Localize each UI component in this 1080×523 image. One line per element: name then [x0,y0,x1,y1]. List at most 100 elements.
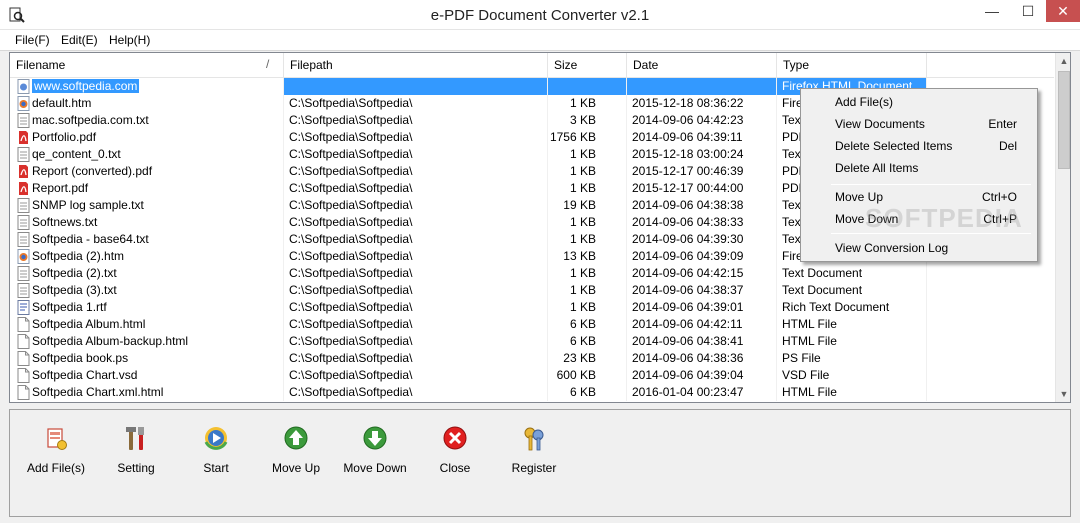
move-down-button[interactable]: Move Down [332,424,418,480]
date-cell: 2015-12-17 00:46:39 [627,163,777,180]
filename-cell: qe_content_0.txt [10,146,284,163]
filename-cell: Softpedia Album-backup.html [10,333,284,350]
date-cell: 2014-09-06 04:39:01 [627,299,777,316]
ctx-view-conversion-log[interactable]: View Conversion Log [801,237,1037,259]
filename-cell: Softpedia Album.html [10,316,284,333]
column-label: Filename [16,58,66,72]
filepath-cell: C:\Softpedia\Softpedia\ [284,248,548,265]
filename-cell: Softnews.txt [10,214,284,231]
maximize-button[interactable]: ☐ [1010,0,1046,22]
size-cell: 3 KB [548,112,627,129]
column-header-date[interactable]: Date [627,53,777,78]
filename-text: Softnews.txt [32,215,98,229]
filename-text: mac.softpedia.com.txt [32,113,149,127]
ctx-view-documents[interactable]: View Documents Enter [801,113,1037,135]
size-cell: 13 KB [548,248,627,265]
vertical-scrollbar[interactable]: ▲ ▼ [1055,53,1070,402]
filepath-cell: C:\Softpedia\Softpedia\ [284,112,548,129]
filepath-cell: C:\Softpedia\Softpedia\ [284,367,548,384]
close-window-button[interactable]: ✕ [1046,0,1080,22]
menu-help[interactable]: Help(H) [109,33,150,47]
date-cell: 2014-09-06 04:38:37 [627,282,777,299]
button-label: Setting [117,461,155,475]
table-row[interactable]: Softpedia Album.html C:\Softpedia\Softped… [10,316,1054,333]
size-cell: 19 KB [548,197,627,214]
ctx-add-files[interactable]: Add File(s) [801,91,1037,113]
pdf-icon [17,181,30,196]
size-cell: 1 KB [548,265,627,282]
menu-bar: File(F) Edit(E) Help(H) [0,30,1080,51]
column-header-type[interactable]: Type [777,53,927,78]
date-cell: 2014-09-06 04:42:11 [627,316,777,333]
column-header-size[interactable]: Size [548,53,627,78]
filename-cell: Softpedia 1.rtf [10,299,284,316]
date-cell: 2014-09-06 04:39:09 [627,248,777,265]
table-row[interactable]: Softpedia (3).txt C:\Softpedia\Softpedia\… [10,282,1054,299]
filepath-cell: C:\Softpedia\Softpedia\ [284,180,548,197]
register-button[interactable]: Register [491,424,577,480]
pdf-icon [17,130,30,145]
filename-text: Softpedia 1.rtf [32,300,107,314]
filename-text: Softpedia (3).txt [32,283,117,297]
table-row[interactable]: Softpedia book.ps C:\Softpedia\Softpedia\… [10,350,1054,367]
ctx-delete-all[interactable]: Delete All Items [801,157,1037,179]
filepath-cell: C:\Softpedia\Softpedia\ [284,129,548,146]
table-row[interactable]: Softpedia 1.rtf C:\Softpedia\Softpedia\ 1 … [10,299,1054,316]
type-cell: Rich Text Document [777,299,927,316]
button-label: Move Down [343,461,407,475]
blank-file-icon [17,317,30,332]
size-cell: 6 KB [548,333,627,350]
start-button[interactable]: Start [173,424,259,480]
table-row[interactable]: Softpedia (2).txt C:\Softpedia\Softpedia\… [10,265,1054,282]
filename-text: Softpedia Album-backup.html [32,334,189,348]
scroll-up-icon[interactable]: ▲ [1056,53,1070,69]
filepath-cell: C:\Softpedia\Softpedia\ [284,333,548,350]
add-files-icon [47,428,67,450]
move-up-button[interactable]: Move Up [253,424,339,480]
table-row[interactable]: Softpedia Chart.xml.html C:\Softpedia\Sof… [10,384,1054,401]
ctx-label: Delete Selected Items [835,139,953,153]
text-file-icon [17,198,30,213]
column-header-filepath[interactable]: Filepath [284,53,548,78]
toolbar: Add File(s) Setting Start Move Up Move D… [9,409,1071,517]
filepath-cell: C:\Softpedia\Softpedia\ [284,350,548,367]
filename-text: Report.pdf [32,181,89,195]
scroll-down-icon[interactable]: ▼ [1056,386,1070,402]
close-button[interactable]: Close [412,424,498,480]
ctx-shortcut: Del [998,139,1017,153]
size-cell: 1 KB [548,299,627,316]
filename-text: Softpedia book.ps [32,351,129,365]
close-icon [443,426,467,450]
filepath-cell: C:\Softpedia\Softpedia\ [284,316,548,333]
filename-text: Softpedia - base64.txt [32,232,149,246]
filename-text: Softpedia Chart.xml.html [32,385,164,399]
tools-icon [126,427,144,450]
text-file-icon [17,283,30,298]
date-cell: 2014-09-06 04:38:38 [627,197,777,214]
setting-button[interactable]: Setting [93,424,179,480]
pdf-icon [17,164,30,179]
filename-text: www.softpedia.com [32,79,140,93]
table-row[interactable]: Softpedia Chart.vsd C:\Softpedia\Softpedi… [10,367,1054,384]
date-cell: 2015-12-18 08:36:22 [627,95,777,112]
menu-file[interactable]: File(F) [15,33,50,47]
scroll-thumb[interactable] [1058,71,1070,169]
column-header-filename[interactable]: Filename [10,53,284,78]
table-row[interactable]: Softpedia Album-backup.html C:\Softpedia\… [10,333,1054,350]
ctx-delete-selected[interactable]: Delete Selected Items Del [801,135,1037,157]
url-icon [17,79,30,94]
date-cell: 2014-09-06 04:39:11 [627,129,777,146]
context-menu: Add File(s) View Documents Enter Delete … [800,88,1038,262]
menu-edit[interactable]: Edit(E) [61,33,98,47]
date-cell: 2014-09-06 04:39:04 [627,367,777,384]
minimize-button[interactable]: — [974,0,1010,22]
filepath-cell: C:\Softpedia\Softpedia\ [284,265,548,282]
add-files-button[interactable]: Add File(s) [13,424,99,480]
text-file-icon [17,215,30,230]
button-label: Move Up [271,461,321,475]
filename-cell: Softpedia (2).txt [10,265,284,282]
list-header: Filename / Filepath Size Date Type [10,53,1054,78]
ctx-label: Delete All Items [835,161,919,175]
filepath-cell: C:\Softpedia\Softpedia\ [284,214,548,231]
date-cell: 2014-09-06 04:42:23 [627,112,777,129]
